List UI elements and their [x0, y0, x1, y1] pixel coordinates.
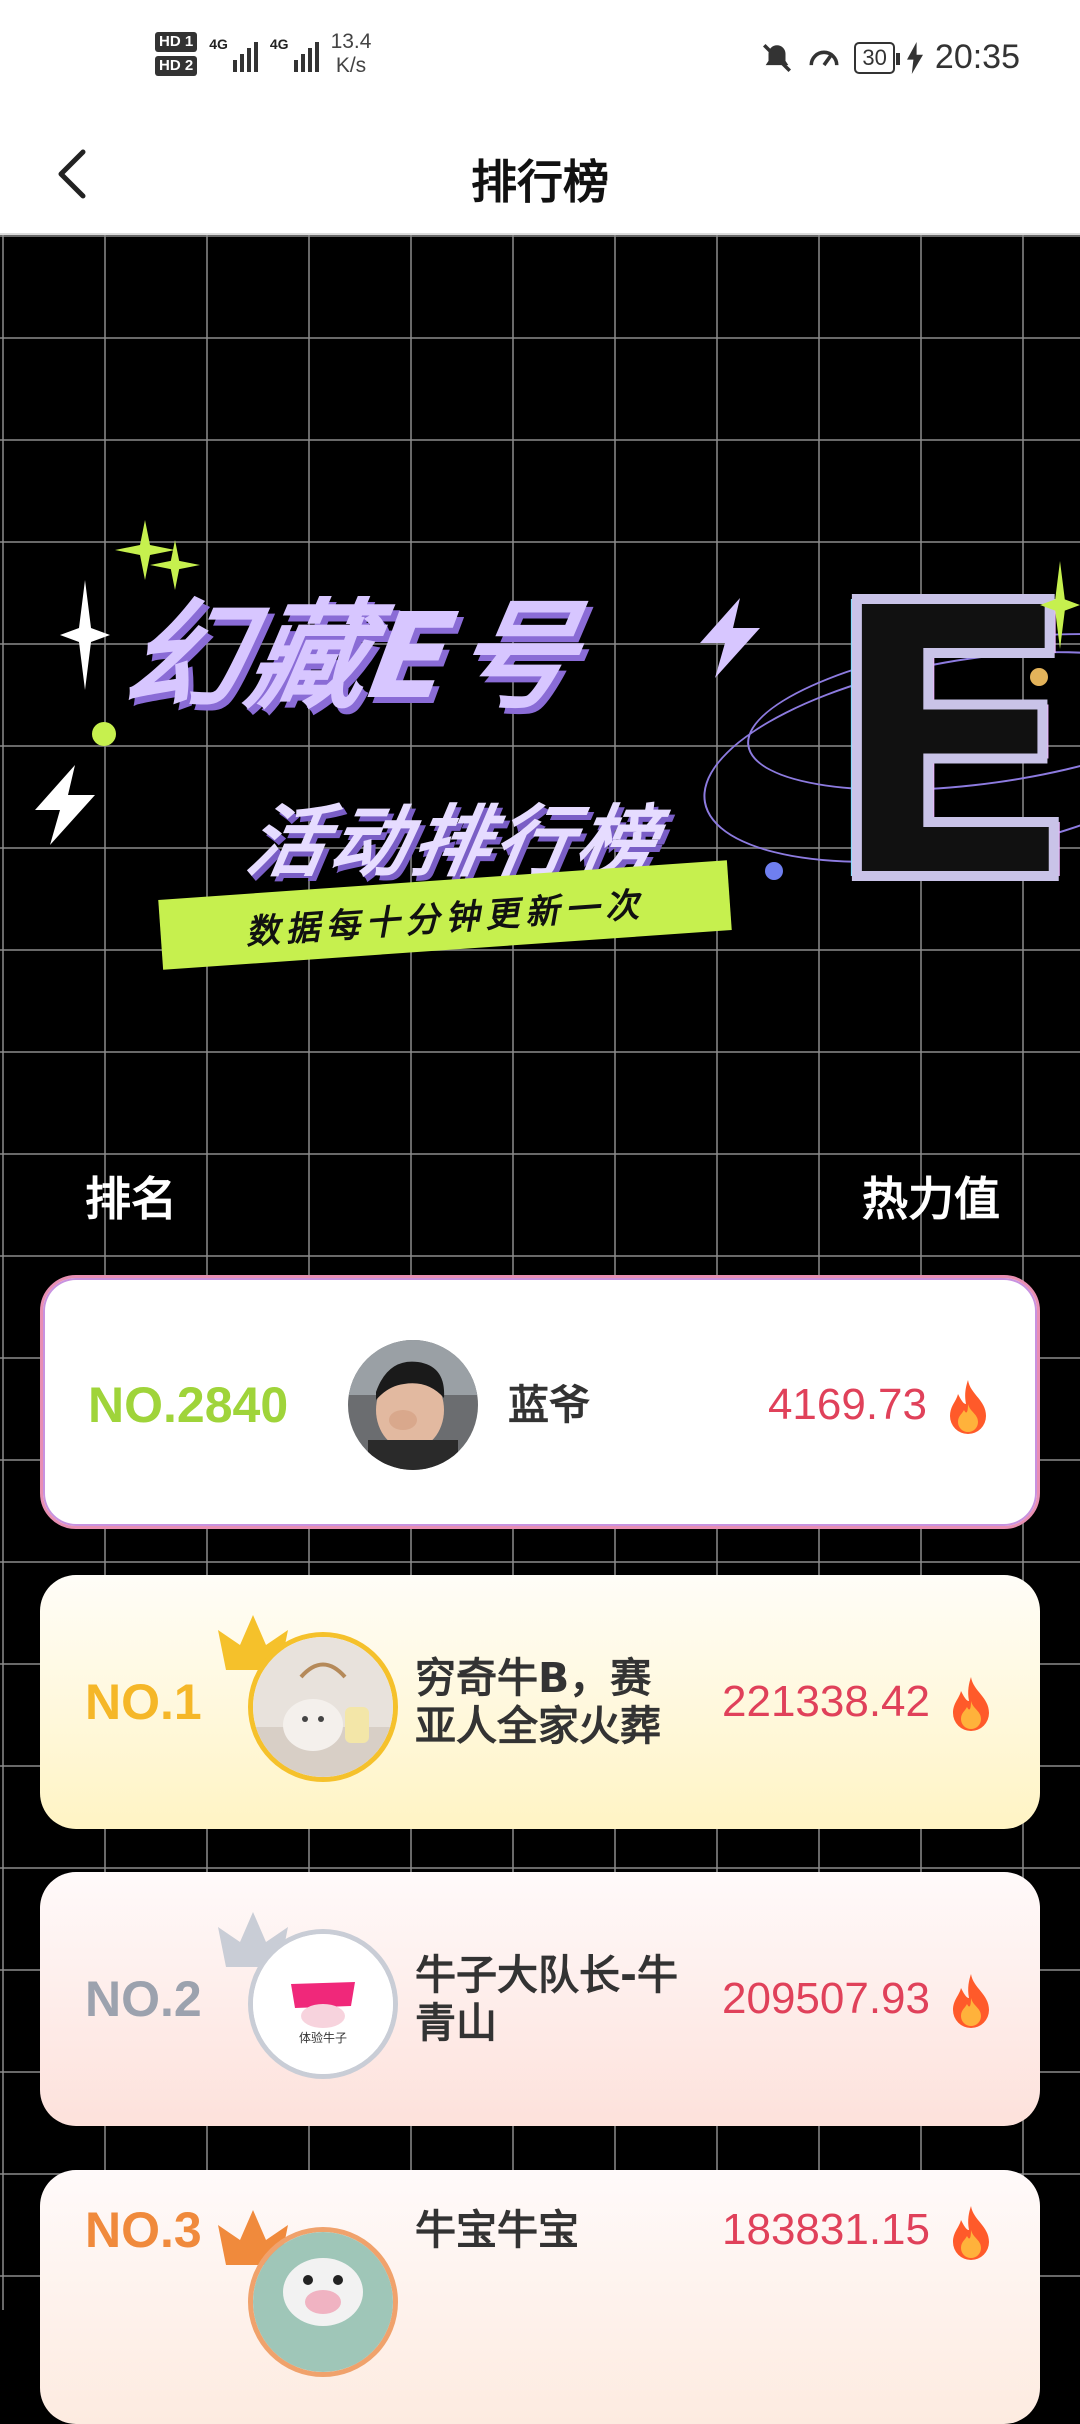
- sparkle-icon: [60, 580, 110, 690]
- lightning-icon: [35, 765, 95, 845]
- my-heat-value: 4169.73: [767, 1380, 927, 1429]
- rank-number: NO.3: [85, 2202, 202, 2258]
- rank-card-1[interactable]: NO.1 穷奇牛B，赛亚人全家火葬 221338.42: [40, 1575, 1040, 1829]
- speedometer-icon: [809, 50, 839, 66]
- nav-header: 排行榜: [0, 118, 1080, 235]
- status-left: HD 1 HD 2 4G 4G 13.4 K/s: [155, 30, 371, 78]
- sparkle-right-icon: [1040, 561, 1080, 649]
- my-name: 蓝爷: [508, 1381, 590, 1429]
- network-type-2: 4G: [269, 36, 289, 52]
- battery-indicator: 30: [854, 41, 901, 74]
- my-rank-card[interactable]: NO.2840 蓝爷 4169.73: [40, 1275, 1040, 1529]
- rank1-avatar[interactable]: [248, 1632, 398, 1782]
- rank3-name: 牛宝牛宝: [415, 2206, 579, 2254]
- rank-number: NO.2: [85, 1971, 202, 2027]
- signal-icon-1: 4G: [209, 36, 258, 72]
- rank1-heat-value: 221338.42: [722, 1677, 930, 1726]
- hd1-badge: HD 1: [155, 32, 198, 52]
- status-bar: HD 1 HD 2 4G 4G 13.4 K/s 30 20:35: [0, 0, 1080, 118]
- signal-icon-2: 4G: [270, 36, 319, 72]
- rank3-avatar[interactable]: [248, 2227, 398, 2377]
- rank-card-3[interactable]: NO.3 牛宝牛宝 183831.15: [40, 2170, 1040, 2424]
- network-speed: 13.4 K/s: [330, 30, 372, 77]
- my-rank-number: NO.2840: [88, 1377, 289, 1433]
- rank2-avatar-text: 体验牛子: [299, 2030, 347, 2045]
- fire-icon: [953, 1677, 989, 1731]
- fire-icon: [953, 1974, 989, 2028]
- rank-number: NO.1: [85, 1674, 202, 1730]
- rank3-heat-value: 183831.15: [722, 2205, 930, 2254]
- fire-icon: [950, 1380, 986, 1434]
- fire-icon: [953, 2206, 989, 2260]
- rank2-avatar[interactable]: 体验牛子: [248, 1929, 398, 2079]
- dot-decoration: [92, 722, 116, 746]
- rank-card-2[interactable]: NO.2 体验牛子 牛子大队长-牛青山 209507.93: [40, 1872, 1040, 2126]
- rank2-heat-value: 209507.93: [722, 1974, 930, 2023]
- column-rank-header: 排名: [85, 1172, 177, 1226]
- charging-icon: [906, 41, 923, 74]
- lightning-purple-icon: [700, 598, 760, 678]
- rank2-name: 牛子大队长-牛青山: [415, 1951, 679, 2047]
- mute-bell-icon: [763, 43, 792, 72]
- hd2-badge: HD 2: [155, 56, 198, 76]
- clock: 20:35: [934, 38, 1020, 76]
- dot-gold: [1030, 668, 1048, 686]
- dot-purple: [765, 862, 783, 880]
- my-avatar[interactable]: [348, 1340, 478, 1470]
- status-right: 30 20:35: [760, 38, 1020, 77]
- page-title: 排行榜: [471, 155, 609, 209]
- network-type-1: 4G: [209, 36, 228, 52]
- column-heat-header: 热力值: [862, 1172, 1000, 1226]
- rank1-name: 穷奇牛B，赛亚人全家火葬: [415, 1654, 661, 1750]
- banner-title: 幻藏E号: [115, 587, 591, 725]
